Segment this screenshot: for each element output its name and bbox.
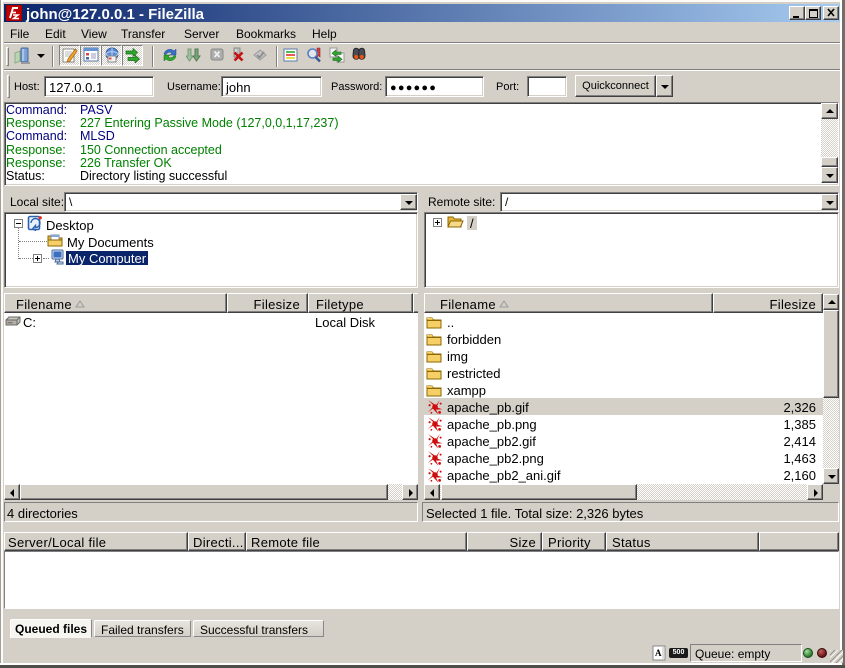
svg-text:A: A bbox=[655, 648, 662, 658]
